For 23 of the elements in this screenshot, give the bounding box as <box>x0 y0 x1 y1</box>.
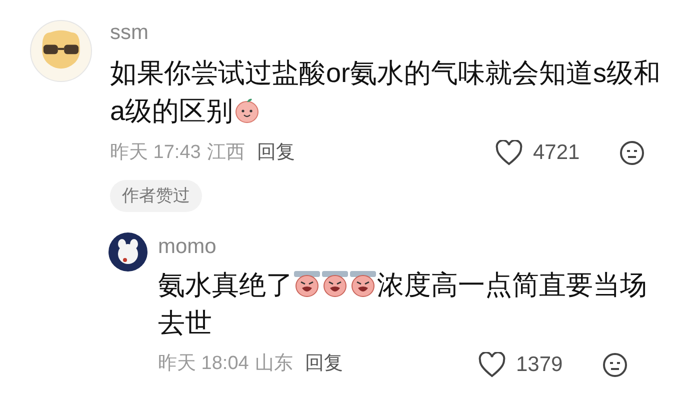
comment-location: 江西 <box>206 140 245 165</box>
comment-time: 昨天 18:04 <box>158 352 249 376</box>
like-heart-icon[interactable] <box>495 140 523 166</box>
reply-button[interactable]: 回复 <box>304 350 343 379</box>
like-heart-icon[interactable] <box>478 352 506 378</box>
author-liked-badge: 作者赞过 <box>110 180 202 212</box>
comment-location: 山东 <box>254 352 293 376</box>
shouting-face-emoji-icon <box>349 270 377 298</box>
emotion-face-icon[interactable] <box>602 352 628 378</box>
reply-button[interactable]: 回复 <box>256 138 295 168</box>
like-count: 1379 <box>516 352 564 378</box>
like-count: 4721 <box>533 140 581 166</box>
avatar-icon <box>108 232 148 272</box>
smiling-face-emoji-icon <box>233 96 262 124</box>
comment-time: 昨天 17:43 <box>110 140 201 165</box>
emotion-face-icon[interactable] <box>619 140 645 166</box>
comment-text: 氨水真绝了 浓度高一点简直要当场去世 <box>158 268 648 340</box>
shouting-face-emoji-icon <box>293 270 321 298</box>
avatar-icon <box>30 20 92 82</box>
shouting-face-emoji-icon <box>321 270 349 298</box>
username[interactable]: momo <box>158 232 658 262</box>
username[interactable]: ssm <box>110 18 675 48</box>
comment-text: 如果你尝试过盐酸or氨水的气味就会知道s级和a级的区别 <box>110 57 662 128</box>
